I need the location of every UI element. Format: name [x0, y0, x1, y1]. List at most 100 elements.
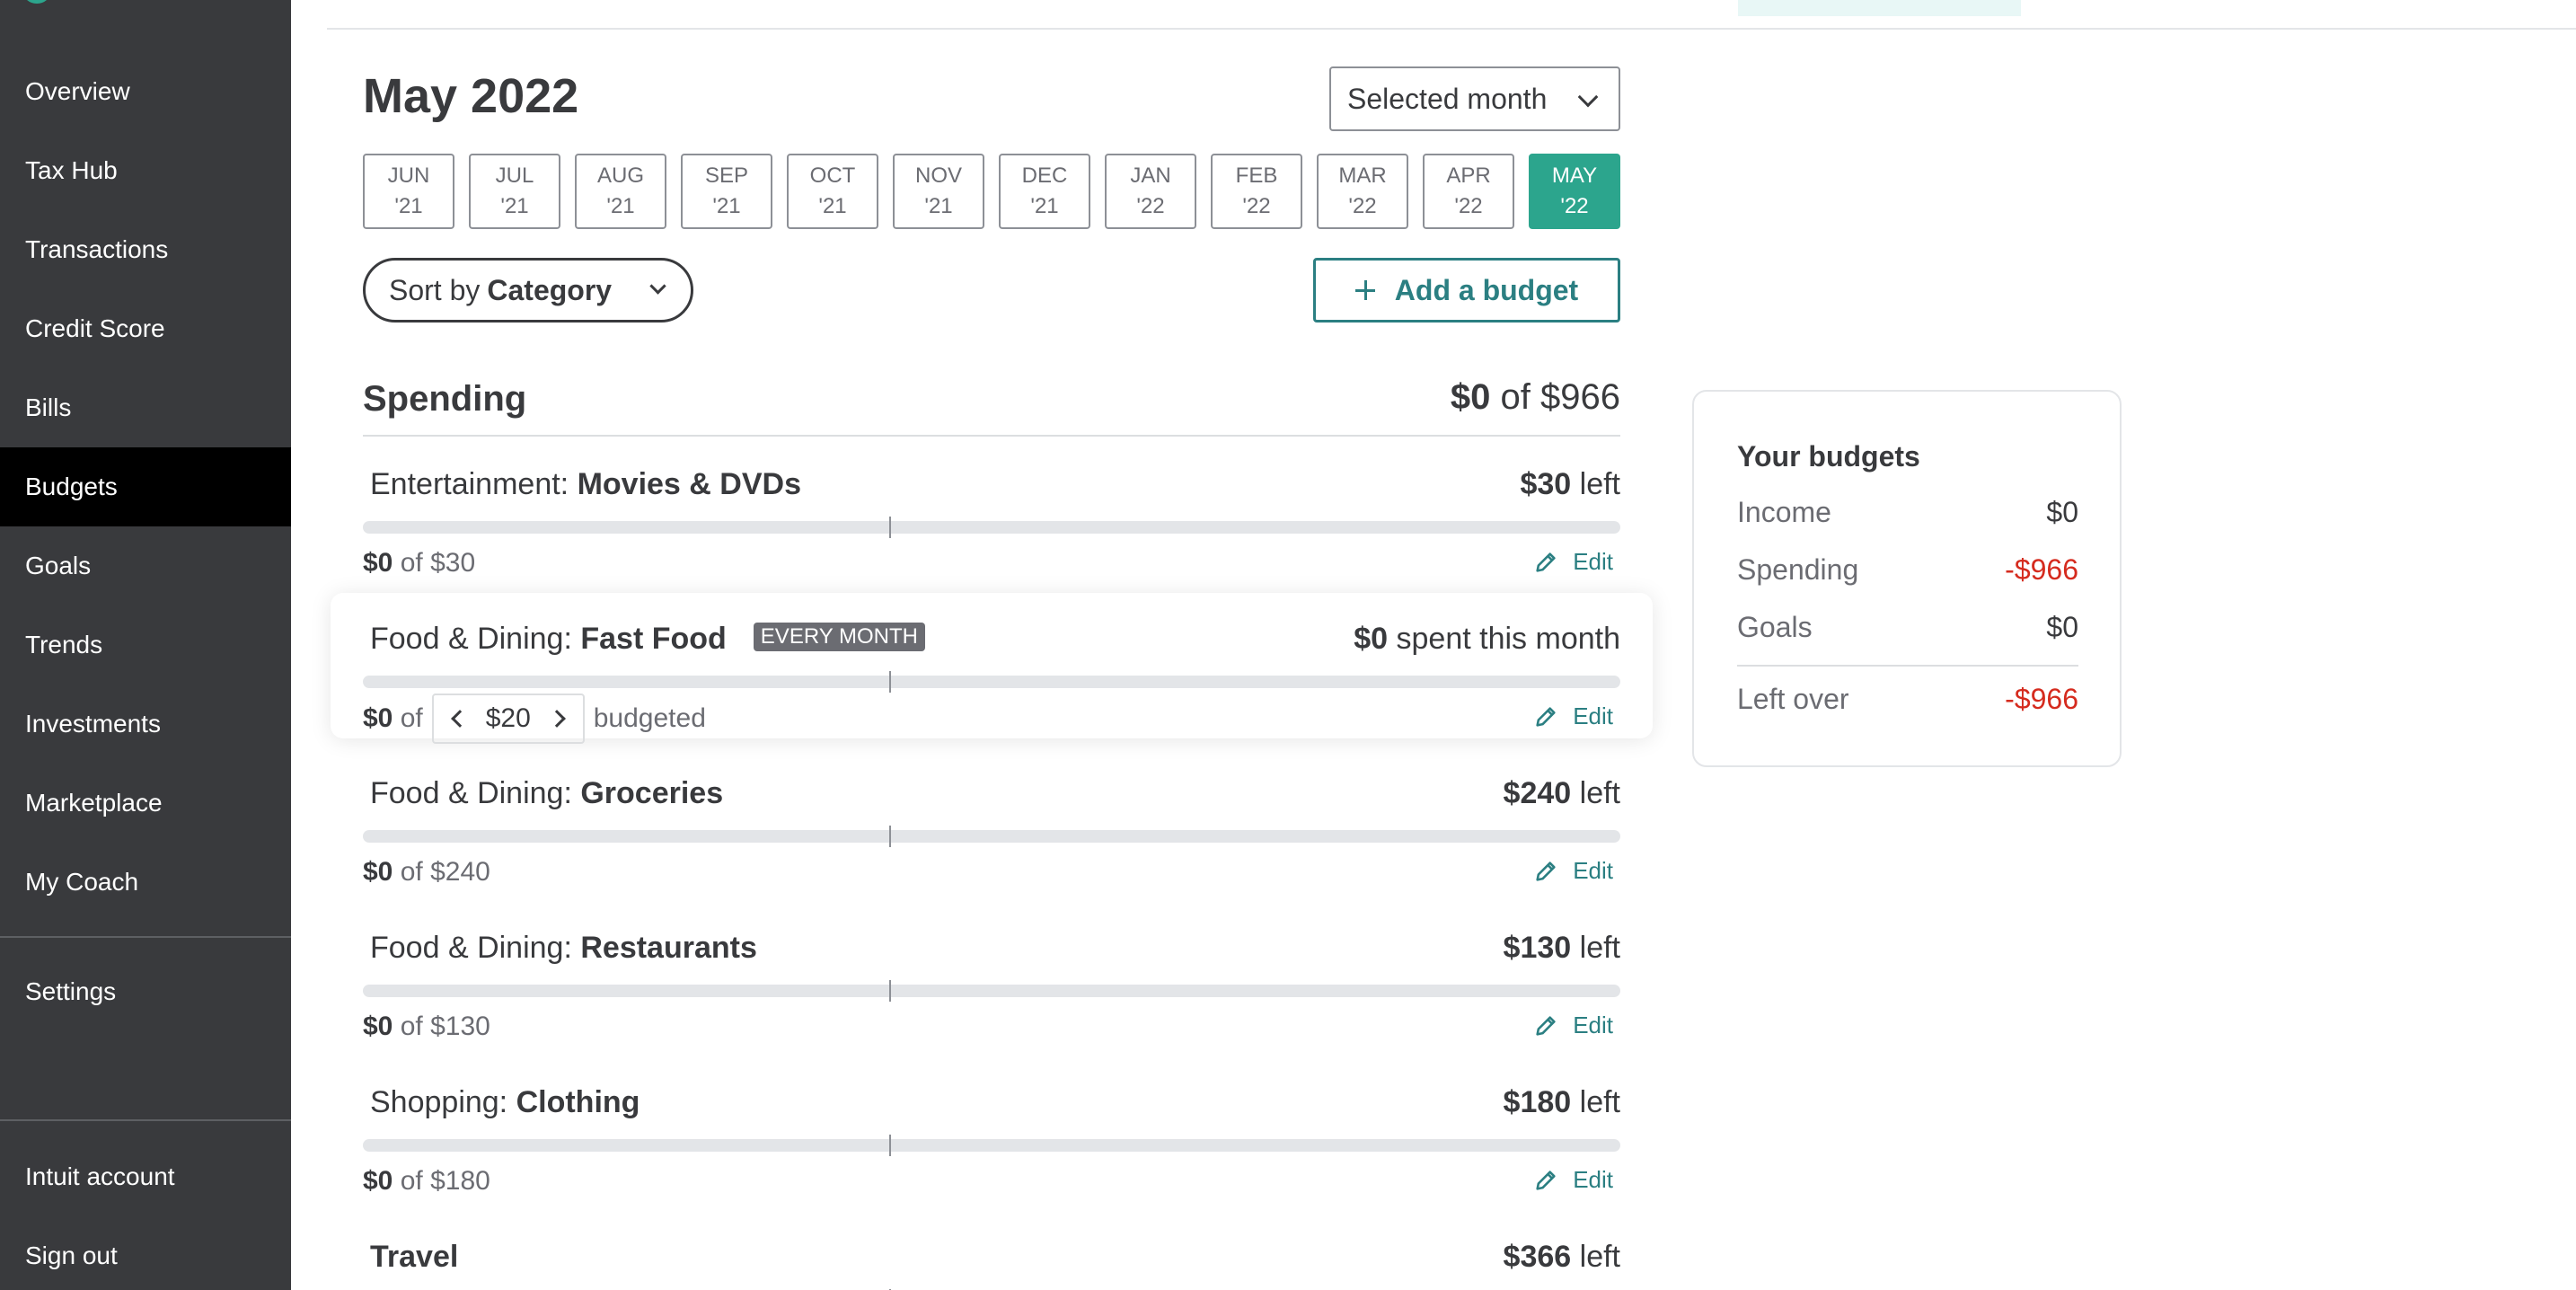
sidebar-item-bills[interactable]: Bills: [0, 368, 291, 447]
chip-month: FEB: [1235, 163, 1278, 188]
sort-by-dropdown[interactable]: Sort by Category: [363, 258, 693, 322]
budget-progress-marker: [889, 1135, 891, 1156]
chip-month: SEP: [704, 163, 749, 188]
budget-spent: $0: [363, 703, 393, 733]
budget-name: Food & Dining: Restaurants: [370, 931, 757, 966]
sidebar-item-credit-score[interactable]: Credit Score: [0, 289, 291, 368]
summary-value: -$966: [2005, 683, 2078, 715]
chip-year: '21: [924, 194, 953, 218]
edit-label: Edit: [1573, 1012, 1613, 1038]
add-budget-button[interactable]: Add a budget: [1313, 258, 1620, 322]
month-chip-sep-21[interactable]: SEP '21: [681, 154, 772, 229]
sidebar-item-marketplace[interactable]: Marketplace: [0, 764, 291, 843]
summary-title: Your budgets: [1737, 440, 1920, 473]
budget-row[interactable]: Shopping: Clothing $180 left $0 of $180 …: [363, 1080, 1620, 1215]
app-logo[interactable]: [22, 0, 52, 4]
top-divider: [327, 28, 2576, 30]
sidebar-item-budgets[interactable]: Budgets: [0, 447, 291, 526]
chip-year: '22: [1348, 194, 1377, 218]
pencil-icon: [1536, 1170, 1556, 1190]
budget-remaining-amount: $0: [1354, 622, 1389, 656]
budget-subcategory: Movies & DVDs: [577, 467, 801, 501]
sort-prefix: Sort by: [389, 273, 481, 306]
budget-remaining-amount: $30: [1520, 467, 1572, 501]
pencil-icon: [1536, 552, 1556, 572]
month-chip-dec-21[interactable]: DEC '21: [999, 154, 1090, 229]
sidebar-item-label: Tax Hub: [25, 156, 118, 184]
budget-remaining-amount: $240: [1503, 776, 1572, 810]
month-chip-oct-21[interactable]: OCT '21: [787, 154, 878, 229]
sidebar-item-label: Goals: [25, 552, 92, 579]
month-select-dropdown[interactable]: Selected month: [1329, 66, 1620, 131]
add-budget-label: Add a budget: [1394, 273, 1579, 306]
chip-month: JUN: [387, 163, 430, 188]
sidebar-item-label: Investments: [25, 710, 161, 738]
budget-amount: $0 of $180: [363, 1166, 490, 1197]
sidebar-item-tax-hub[interactable]: Tax Hub: [0, 131, 291, 210]
budget-category: Food & Dining:: [370, 622, 572, 656]
budget-row[interactable]: Food & Dining: Groceries $240 left $0 of…: [363, 771, 1620, 906]
chip-year: '22: [1454, 194, 1483, 218]
budget-row[interactable]: Food & Dining: Restaurants $130 left $0 …: [363, 925, 1620, 1060]
sidebar-item-label: Marketplace: [25, 789, 163, 817]
budget-row-active[interactable]: Food & Dining: Fast Food EVERY MONTH $0 s…: [331, 593, 1653, 751]
budget-of: of $180: [400, 1166, 490, 1196]
month-chip-mar-22[interactable]: MAR '22: [1317, 154, 1408, 229]
budget-subcategory: Groceries: [580, 776, 724, 810]
budget-subcategory: Clothing: [516, 1085, 640, 1119]
sidebar-item-goals[interactable]: Goals: [0, 526, 291, 605]
edit-label: Edit: [1573, 1166, 1613, 1193]
month-chip-nov-21[interactable]: NOV '21: [893, 154, 984, 229]
edit-budget-button[interactable]: Edit: [1533, 857, 1613, 885]
month-chip-aug-21[interactable]: AUG '21: [575, 154, 666, 229]
edit-budget-button[interactable]: Edit: [1533, 702, 1613, 730]
chip-month: JUL: [495, 163, 534, 188]
chevron-left-icon[interactable]: [450, 710, 469, 728]
chip-year: '22: [1242, 194, 1271, 218]
month-select-label: Selected month: [1347, 82, 1548, 115]
edit-budget-button[interactable]: Edit: [1533, 1166, 1613, 1194]
month-chip-jan-22[interactable]: JAN '22: [1105, 154, 1196, 229]
chip-month: MAR: [1338, 163, 1387, 188]
budget-progress-marker: [889, 980, 891, 1002]
summary-label: Spending: [1737, 553, 1859, 586]
budget-of: of $240: [400, 857, 490, 887]
sidebar-item-label: Overview: [25, 77, 130, 105]
chip-month: AUG: [596, 163, 644, 188]
budget-amount-stepper[interactable]: $20: [431, 694, 585, 744]
chip-year: '22: [1136, 194, 1165, 218]
section-divider: [363, 435, 1620, 437]
budget-progress-marker: [889, 671, 891, 693]
sidebar-item-trends[interactable]: Trends: [0, 605, 291, 685]
chip-year: '21: [1030, 194, 1059, 218]
spending-of-total: of $966: [1500, 377, 1620, 417]
spending-spent: $0: [1450, 377, 1491, 417]
budget-category: Food & Dining:: [370, 776, 572, 810]
chip-year: '21: [394, 194, 423, 218]
summary-divider: [1737, 665, 2078, 667]
month-chip-feb-22[interactable]: FEB '22: [1211, 154, 1302, 229]
sidebar-item-overview[interactable]: Overview: [0, 52, 291, 131]
sidebar-item-investments[interactable]: Investments: [0, 685, 291, 764]
budget-subcategory: Restaurants: [580, 931, 757, 965]
sidebar-item-intuit-account[interactable]: Intuit account: [0, 1137, 291, 1216]
stepper-value[interactable]: $20: [486, 703, 531, 734]
chip-year: '21: [606, 194, 635, 218]
edit-budget-button[interactable]: Edit: [1533, 548, 1613, 576]
chevron-right-icon[interactable]: [547, 710, 566, 728]
budget-row[interactable]: Entertainment: Movies & DVDs $30 left $0…: [363, 462, 1620, 596]
sidebar-item-sign-out[interactable]: Sign out: [0, 1216, 291, 1290]
month-chip-jun-21[interactable]: JUN '21: [363, 154, 454, 229]
month-chip-jul-21[interactable]: JUL '21: [469, 154, 560, 229]
budget-row[interactable]: Travel $366 left: [363, 1234, 1620, 1290]
sidebar-item-settings[interactable]: Settings: [0, 952, 291, 1031]
month-chip-apr-22[interactable]: APR '22: [1423, 154, 1514, 229]
sidebar-item-my-coach[interactable]: My Coach: [0, 843, 291, 922]
recurrence-badge: EVERY MONTH: [753, 623, 925, 652]
month-chip-may-22[interactable]: MAY '22: [1529, 154, 1620, 229]
chip-month: APR: [1446, 163, 1491, 188]
sidebar-item-label: Budgets: [25, 473, 118, 500]
sidebar-item-transactions[interactable]: Transactions: [0, 210, 291, 289]
top-banner-tab[interactable]: [1738, 0, 2021, 16]
edit-budget-button[interactable]: Edit: [1533, 1012, 1613, 1039]
